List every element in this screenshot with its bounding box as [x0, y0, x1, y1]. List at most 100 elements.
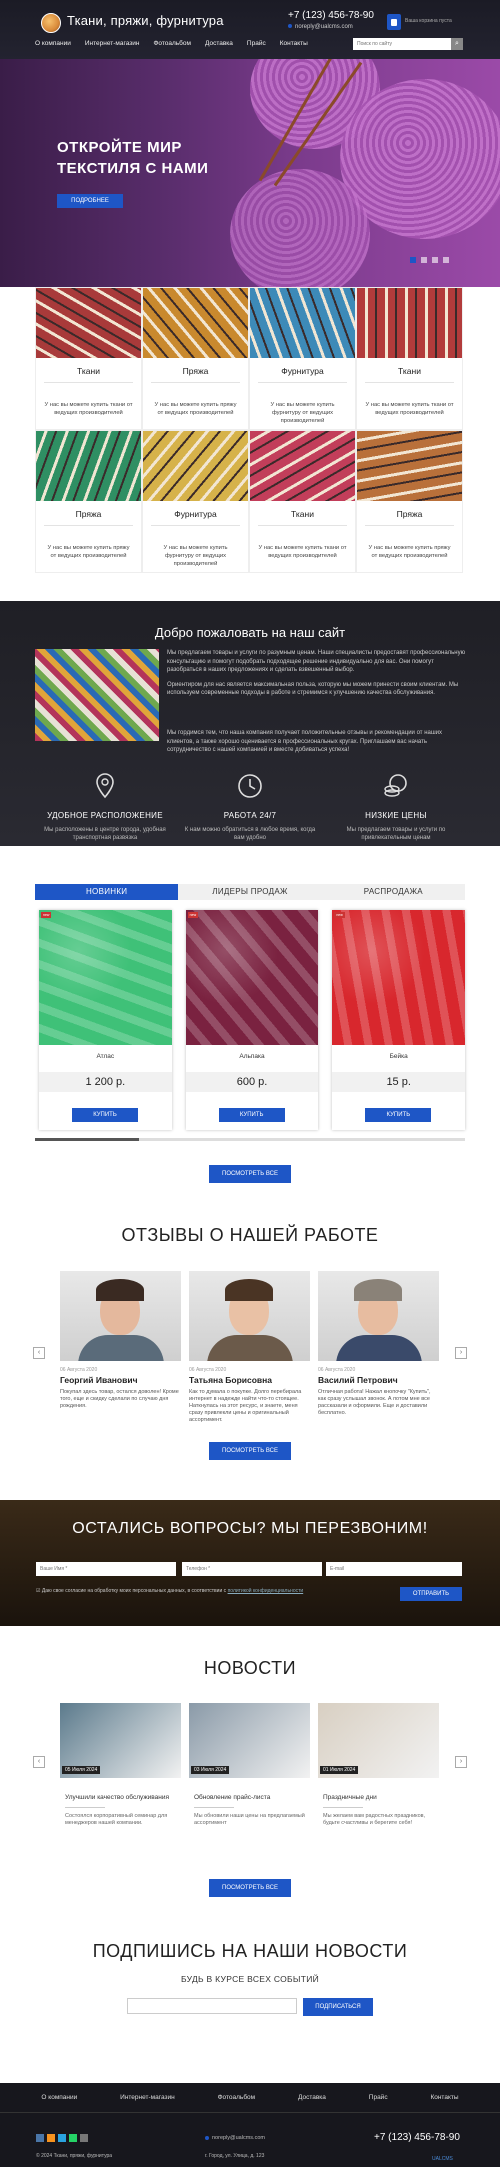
news-image[interactable]: 05 Июля 2024 — [60, 1703, 181, 1778]
ok-icon[interactable] — [47, 2134, 55, 2142]
news-title[interactable]: Обновление прайс-листа — [189, 1794, 310, 1801]
news-card[interactable]: 05 Июля 2024 Улучшили качество обслужива… — [60, 1703, 181, 1827]
header-phone[interactable]: +7 (123) 456-78-90 — [288, 10, 374, 21]
category-image[interactable] — [143, 288, 248, 358]
footer-nav-price[interactable]: Прайс — [369, 2083, 388, 2112]
nav-item-contacts[interactable]: Контакты — [280, 40, 308, 47]
category-card[interactable]: Фурнитура У нас вы можете купить фурниту… — [142, 430, 249, 573]
news-image[interactable]: 01 Июля 2024 — [318, 1703, 439, 1778]
slider-dot[interactable] — [432, 257, 438, 263]
footer-phone[interactable]: +7 (123) 456-78-90 — [374, 2132, 460, 2143]
product-card[interactable]: new Альпака 600 р. КУПИТЬ — [185, 910, 319, 1130]
category-name[interactable]: Ткани — [357, 366, 462, 376]
category-image[interactable] — [36, 431, 141, 501]
category-card[interactable]: Ткани У нас вы можете купить ткани от ве… — [356, 287, 463, 430]
category-card[interactable]: Фурнитура У нас вы можете купить фурниту… — [249, 287, 356, 430]
nav-item-gallery[interactable]: Фотоальбом — [153, 40, 191, 47]
category-name[interactable]: Фурнитура — [250, 366, 355, 376]
product-image[interactable] — [332, 910, 466, 1045]
category-name[interactable]: Пряжа — [357, 509, 462, 519]
welcome-paragraph: Мы предлагаем товары и услуги по разумны… — [167, 650, 466, 673]
product-name[interactable]: Атлас — [39, 1053, 172, 1060]
product-tabs: НОВИНКИ ЛИДЕРЫ ПРОДАЖ РАСПРОДАЖА — [35, 884, 465, 900]
news-card[interactable]: 01 Июля 2024 Праздничные дни Мы желаем в… — [318, 1703, 439, 1827]
news-image[interactable]: 03 Июля 2024 — [189, 1703, 310, 1778]
welcome-paragraph: Ориентиром для нас является максимальная… — [167, 681, 459, 697]
callback-submit-button[interactable]: ОТПРАВИТЬ — [400, 1587, 462, 1601]
tab-sale[interactable]: РАСПРОДАЖА — [321, 884, 465, 900]
footer-nav-about[interactable]: О компании — [41, 2083, 77, 2112]
buy-button[interactable]: КУПИТЬ — [365, 1108, 432, 1122]
news-card[interactable]: 03 Июля 2024 Обновление прайс-листа Мы о… — [189, 1703, 310, 1827]
footer-nav-shop[interactable]: Интернет-магазин — [120, 2083, 175, 2112]
product-card[interactable]: new Бейка 15 р. КУПИТЬ — [332, 910, 466, 1130]
category-image[interactable] — [36, 288, 141, 358]
subscribe-button[interactable]: ПОДПИСАТЬСЯ — [303, 1998, 373, 2016]
whatsapp-icon[interactable] — [69, 2134, 77, 2142]
scrollbar-thumb[interactable] — [35, 1138, 139, 1141]
category-image[interactable] — [250, 288, 355, 358]
category-image[interactable] — [143, 431, 248, 501]
category-card[interactable]: Ткани У нас вы можете купить ткани от ве… — [249, 430, 356, 573]
product-card[interactable]: new Атлас 1 200 р. КУПИТЬ — [39, 910, 172, 1130]
slider-dot[interactable] — [410, 257, 416, 263]
chevron-right-icon[interactable]: › — [455, 1347, 467, 1359]
name-field[interactable] — [36, 1562, 176, 1576]
buy-button[interactable]: КУПИТЬ — [218, 1108, 285, 1122]
phone-field[interactable] — [182, 1562, 322, 1576]
reviews-view-all-button[interactable]: ПОСМОТРЕТЬ ВСЕ — [209, 1442, 291, 1460]
telegram-icon[interactable] — [58, 2134, 66, 2142]
search-icon[interactable]: ⌕ — [451, 38, 463, 50]
privacy-policy-link[interactable]: политикой конфиденциальности — [228, 1588, 304, 1594]
product-name[interactable]: Бейка — [332, 1053, 465, 1060]
slider-dot[interactable] — [421, 257, 427, 263]
news-title[interactable]: Улучшили качество обслуживания — [60, 1794, 181, 1801]
cart-icon[interactable] — [387, 14, 401, 30]
category-card[interactable]: Пряжа У нас вы можете купить пряжу от ве… — [35, 430, 142, 573]
nav-item-about[interactable]: О компании — [35, 40, 71, 47]
nav-item-shop[interactable]: Интернет-магазин — [85, 40, 140, 47]
category-name[interactable]: Ткани — [250, 509, 355, 519]
footer-nav-gallery[interactable]: Фотоальбом — [218, 2083, 256, 2112]
category-name[interactable]: Пряжа — [36, 509, 141, 519]
chevron-left-icon[interactable]: ‹ — [33, 1756, 45, 1768]
hero-more-button[interactable]: ПОДРОБНЕЕ — [57, 194, 123, 208]
product-image[interactable] — [39, 910, 172, 1045]
category-card[interactable]: Пряжа У нас вы можете купить пряжу от ве… — [142, 287, 249, 430]
email-field[interactable] — [326, 1562, 462, 1576]
category-name[interactable]: Пряжа — [143, 366, 248, 376]
footer-nav-delivery[interactable]: Доставка — [298, 2083, 326, 2112]
header-email[interactable]: noreply@ualcms.com — [288, 24, 353, 30]
category-card[interactable]: Ткани У нас вы можете купить ткани от ве… — [35, 287, 142, 430]
news-title[interactable]: Праздничные дни — [318, 1794, 439, 1801]
category-image[interactable] — [250, 431, 355, 501]
chevron-left-icon[interactable]: ‹ — [33, 1347, 45, 1359]
carousel-scrollbar[interactable] — [35, 1138, 465, 1141]
category-name[interactable]: Фурнитура — [143, 509, 248, 519]
cms-brand-link[interactable]: UALCMS — [432, 2156, 453, 2162]
tab-new[interactable]: НОВИНКИ — [35, 884, 179, 900]
nav-item-delivery[interactable]: Доставка — [205, 40, 233, 47]
category-card[interactable]: Пряжа У нас вы можете купить пряжу от ве… — [356, 430, 463, 573]
footer-email[interactable]: noreply@ualcms.com — [205, 2135, 265, 2141]
product-name[interactable]: Альпака — [186, 1053, 319, 1060]
nav-item-price[interactable]: Прайс — [247, 40, 266, 47]
products-view-all-button[interactable]: ПОСМОТРЕТЬ ВСЕ — [209, 1165, 291, 1183]
plus-icon[interactable] — [80, 2134, 88, 2142]
category-name[interactable]: Ткани — [36, 366, 141, 376]
buy-button[interactable]: КУПИТЬ — [72, 1108, 138, 1122]
category-image[interactable] — [357, 431, 462, 501]
news-view-all-button[interactable]: ПОСМОТРЕТЬ ВСЕ — [209, 1879, 291, 1897]
vk-icon[interactable] — [36, 2134, 44, 2142]
category-image[interactable] — [357, 288, 462, 358]
footer-nav-contacts[interactable]: Контакты — [430, 2083, 458, 2112]
subscribe-email-input[interactable] — [127, 1998, 297, 2014]
consent-checkbox[interactable]: ☑ Даю свое согласие на обработку моих пе… — [36, 1588, 303, 1594]
site-title[interactable]: Ткани, пряжи, фурнитура — [67, 13, 224, 28]
tab-bestsellers[interactable]: ЛИДЕРЫ ПРОДАЖ — [178, 884, 322, 900]
product-image[interactable] — [185, 910, 319, 1045]
logo-icon[interactable] — [41, 13, 61, 33]
chevron-right-icon[interactable]: › — [455, 1756, 467, 1768]
slider-dot[interactable] — [443, 257, 449, 263]
search-input[interactable] — [353, 38, 463, 50]
